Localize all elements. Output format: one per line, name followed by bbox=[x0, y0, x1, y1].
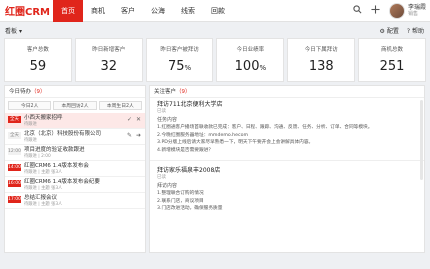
add-icon[interactable] bbox=[371, 5, 380, 17]
todo-header: 今日待办（9） bbox=[5, 86, 145, 98]
stat-card[interactable]: 商机总数 251 bbox=[358, 38, 426, 82]
todo-item[interactable]: 16:00 红圈CRM6 1.4版本发布会纪要 待跟进 | 主题 张3人 bbox=[5, 177, 145, 193]
stats-row: 客户总数 59 昨日新增客户 32 昨日客户被拜访 75% 今日业绩率 100% 今日下… bbox=[0, 38, 430, 82]
feed-item[interactable]: 拜访家乐福泉丰2008店 已读 拜访内容 1.整理联合订购的情况 2.联系门店，… bbox=[150, 164, 424, 216]
feed-item[interactable]: 拜访711北京便利大学店 已读 任务内容 1.红圈通客户播场首联收款已完成：客户… bbox=[150, 98, 424, 157]
followed-customers-panel: 关注客户（9） 拜访711北京便利大学店 已读 任务内容 1.红圈通客户播场首联… bbox=[149, 85, 425, 253]
todo-item[interactable]: 全天 小西天搬家招呼 待跟进 ✓ ✕ bbox=[5, 113, 145, 129]
time-tag: 全天 bbox=[8, 116, 21, 123]
board-bar: 看板 ▾ ⚙ 配置 ? 帮助 bbox=[0, 22, 430, 38]
time-tag: 14:00 bbox=[8, 164, 21, 171]
help-button[interactable]: ? 帮助 bbox=[407, 26, 424, 35]
config-button[interactable]: ⚙ 配置 bbox=[380, 26, 399, 35]
logo-text: 红圈CRM bbox=[5, 7, 50, 18]
user-menu[interactable]: 李瑞霞 销售 bbox=[388, 3, 426, 19]
nav-home[interactable]: 首页 bbox=[53, 0, 83, 22]
time-tag: 全天 bbox=[8, 132, 21, 139]
forward-icon[interactable]: ➜ bbox=[136, 132, 141, 139]
nav-public-pool[interactable]: 公海 bbox=[143, 0, 173, 22]
stat-card[interactable]: 昨日客户被拜访 75% bbox=[145, 38, 214, 82]
stat-card[interactable]: 今日业绩率 100% bbox=[216, 38, 285, 82]
brand-logo[interactable]: 红圈CRM bbox=[5, 3, 53, 18]
nav-opportunity[interactable]: 商机 bbox=[83, 0, 113, 22]
filter-week-birthday[interactable]: 本周生日2人 bbox=[98, 101, 142, 110]
todo-item[interactable]: 全天 北京（北京）科技股份有限公司 待跟进 ✎ ➜ bbox=[5, 129, 145, 145]
time-tag: 16:00 bbox=[8, 180, 21, 187]
nav-payments[interactable]: 回款 bbox=[203, 0, 233, 22]
close-icon[interactable]: ✕ bbox=[136, 116, 141, 123]
todo-item[interactable]: 17:00 总结汇报会议 待跟进 | 主题 张3人 bbox=[5, 193, 145, 209]
avatar bbox=[388, 3, 405, 19]
check-icon[interactable]: ✓ bbox=[127, 116, 132, 123]
nav-leads[interactable]: 线索 bbox=[173, 0, 203, 22]
top-right-tools: 李瑞霞 销售 bbox=[353, 0, 426, 22]
time-tag: 17:00 bbox=[8, 196, 21, 203]
todo-item[interactable]: 12:00 项目进度的验证收款跟进 待跟进 | 2:00 bbox=[5, 145, 145, 161]
stat-card[interactable]: 客户总数 59 bbox=[4, 38, 72, 82]
user-role: 销售 bbox=[407, 11, 418, 17]
edit-icon[interactable]: ✎ bbox=[127, 132, 132, 139]
filter-today[interactable]: 今日2人 bbox=[8, 101, 52, 110]
stat-card[interactable]: 今日下属拜访 138 bbox=[287, 38, 356, 82]
scrollbar[interactable] bbox=[420, 100, 423, 180]
filter-week-revisit[interactable]: 本周回访2人 bbox=[53, 101, 97, 110]
time-tag: 12:00 bbox=[8, 148, 21, 155]
todo-item[interactable]: 14:00 红圈CRM6 1.4版本发布会 待跟进 | 主题 张3人 bbox=[5, 161, 145, 177]
feed-header: 关注客户（9） bbox=[150, 86, 424, 98]
top-bar: 红圈CRM 首页 商机 客户 公海 线索 回款 李瑞霞 销售 bbox=[0, 0, 430, 22]
board-selector[interactable]: 看板 ▾ bbox=[5, 26, 22, 35]
todo-panel: 今日待办（9） 今日2人 本周回访2人 本周生日2人 全天 小西天搬家招呼 待跟进… bbox=[4, 85, 146, 253]
gear-icon: ⚙ bbox=[379, 27, 385, 35]
main-nav: 首页 商机 客户 公海 线索 回款 bbox=[53, 0, 233, 22]
chevron-down-icon: ▾ bbox=[18, 27, 22, 35]
help-icon: ? bbox=[406, 27, 411, 35]
stat-card[interactable]: 昨日新增客户 32 bbox=[74, 38, 143, 82]
nav-customer[interactable]: 客户 bbox=[113, 0, 143, 22]
search-icon[interactable] bbox=[353, 5, 362, 17]
